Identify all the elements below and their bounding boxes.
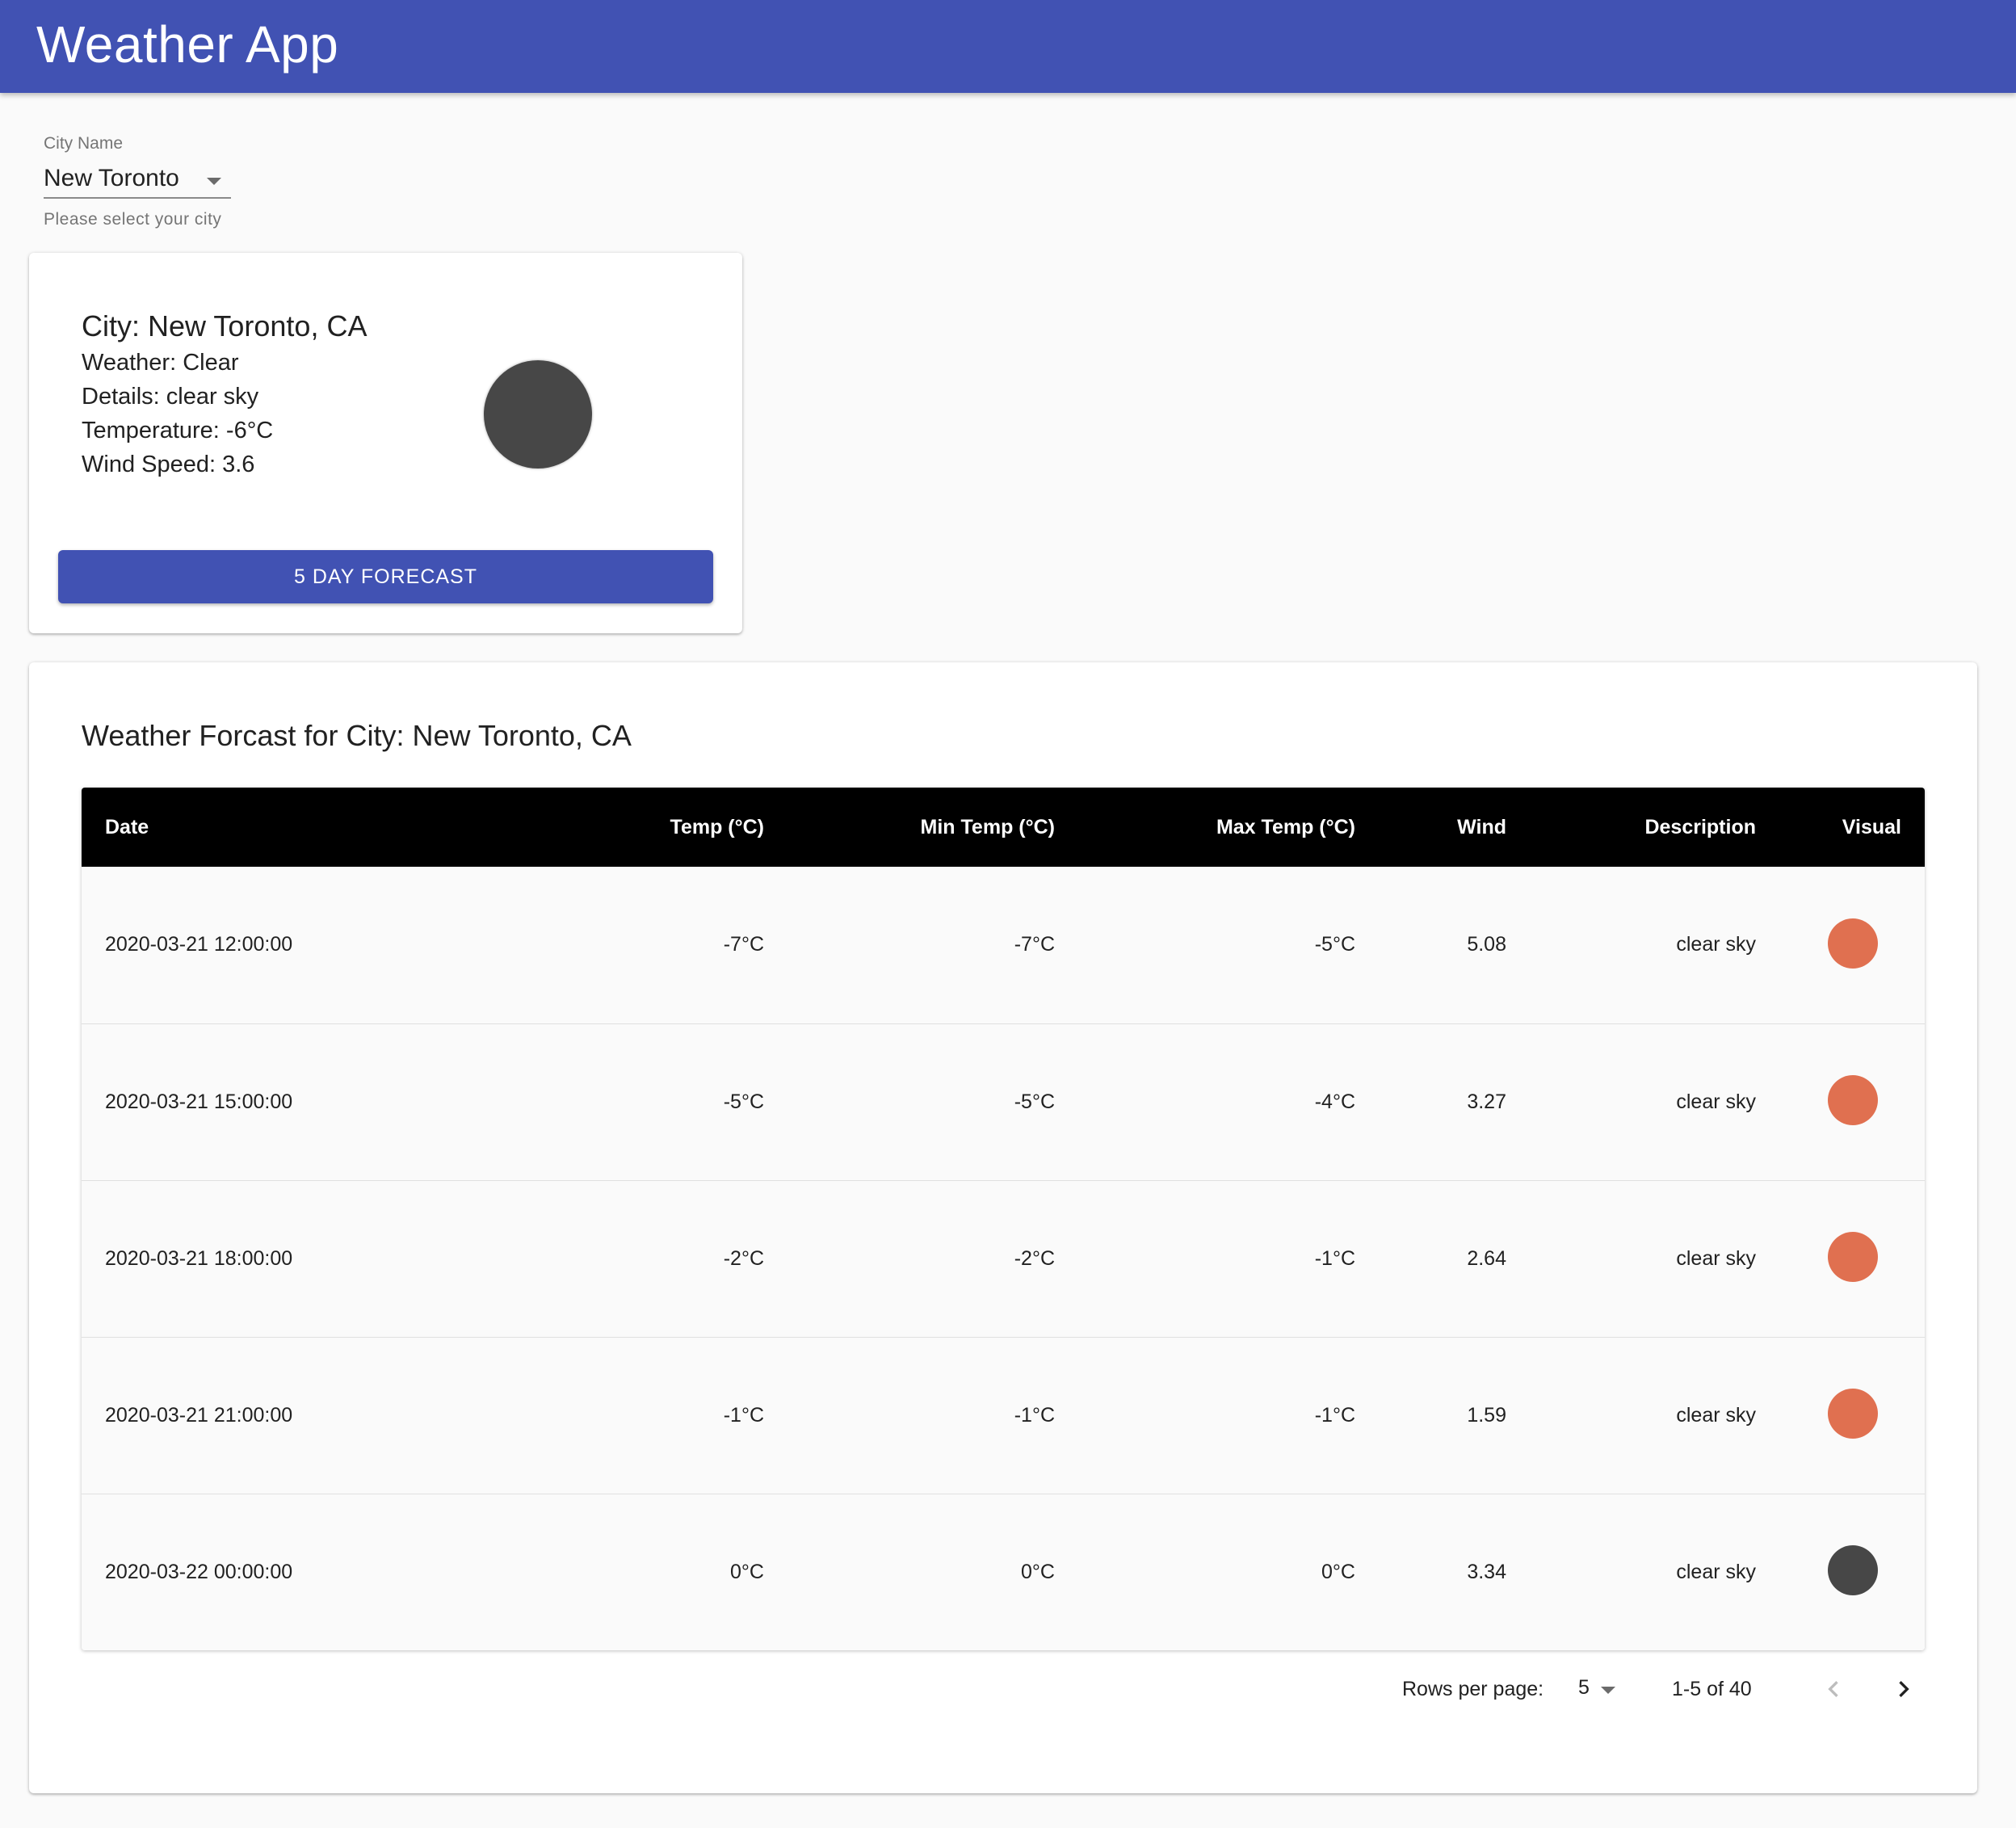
weather-visual-dot [1828, 1389, 1878, 1439]
weather-visual-dot [1828, 1545, 1878, 1596]
cell-temp: -2°C [723, 1246, 764, 1270]
column-header-max-temp[interactable]: Max Temp (°C) [1078, 788, 1379, 867]
chevron-left-icon[interactable] [1817, 1673, 1850, 1705]
city-select-label: City Name [44, 134, 124, 153]
table-row: 2020-03-21 15:00:00 -5°C -5°C -4°C 3.27 … [82, 1023, 1925, 1180]
table-pagination: Rows per page: 5 1-5 of 40 [29, 1670, 1977, 1710]
cell-wind: 1.59 [1467, 1403, 1506, 1427]
app-bar: Weather App [0, 0, 2016, 93]
cell-min-temp: -1°C [1014, 1403, 1055, 1427]
cell-temp: -5°C [723, 1090, 764, 1113]
cell-wind: 5.08 [1467, 933, 1506, 956]
app-title: Weather App [36, 15, 339, 74]
dropdown-arrow-icon[interactable] [1601, 1687, 1615, 1694]
page-range: 1-5 of 40 [1672, 1678, 1752, 1700]
cell-max-temp: -4°C [1314, 1090, 1355, 1113]
weather-visual-dot [1828, 1232, 1878, 1282]
city-select[interactable]: New Toronto [44, 165, 231, 199]
chevron-right-icon[interactable] [1888, 1673, 1920, 1705]
column-header-wind[interactable]: Wind [1379, 788, 1530, 867]
current-city-title: City: New Toronto, CA [82, 309, 368, 342]
cell-date: 2020-03-21 15:00:00 [105, 1090, 293, 1113]
cell-wind: 2.64 [1467, 1246, 1506, 1270]
column-header-date[interactable]: Date [82, 788, 420, 867]
column-header-min-temp[interactable]: Min Temp (°C) [788, 788, 1078, 867]
forecast-title: Weather Forcast for City: New Toronto, C… [82, 719, 632, 752]
current-wind-speed: Wind Speed: 3.6 [82, 452, 255, 477]
column-header-visual[interactable]: Visual [1779, 788, 1925, 867]
cell-max-temp: -1°C [1314, 1403, 1355, 1427]
table-row: 2020-03-21 21:00:00 -1°C -1°C -1°C 1.59 … [82, 1337, 1925, 1494]
cell-description: clear sky [1676, 1560, 1756, 1583]
current-weather-card: City: New Toronto, CA Weather: Clear Det… [29, 253, 742, 633]
cell-description: clear sky [1676, 933, 1756, 956]
rows-per-page-label: Rows per page: [1402, 1678, 1544, 1700]
cell-min-temp: -5°C [1014, 1090, 1055, 1113]
cell-wind: 3.27 [1467, 1090, 1506, 1113]
table-row: 2020-03-21 18:00:00 -2°C -2°C -1°C 2.64 … [82, 1180, 1925, 1337]
cell-visual [1779, 1180, 1925, 1337]
current-weather: Weather: Clear [82, 350, 239, 376]
weather-visual-dot [1828, 1075, 1878, 1125]
cell-temp: 0°C [730, 1560, 764, 1583]
cell-description: clear sky [1676, 1246, 1756, 1270]
table-row: 2020-03-22 00:00:00 0°C 0°C 0°C 3.34 cle… [82, 1494, 1925, 1650]
city-select-field: City Name New Toronto Please select your… [44, 134, 231, 229]
city-select-value: New Toronto [44, 165, 179, 191]
cell-date: 2020-03-22 00:00:00 [105, 1560, 293, 1583]
column-header-temp[interactable]: Temp (°C) [420, 788, 788, 867]
table-row: 2020-03-21 12:00:00 -7°C -7°C -5°C 5.08 … [82, 867, 1925, 1023]
cell-date: 2020-03-21 18:00:00 [105, 1246, 293, 1270]
cell-visual [1779, 867, 1925, 1023]
cell-temp: -7°C [723, 933, 764, 956]
cell-wind: 3.34 [1467, 1560, 1506, 1583]
cell-date: 2020-03-21 12:00:00 [105, 933, 293, 956]
forecast-table: Date Temp (°C) Min Temp (°C) Max Temp (°… [82, 788, 1925, 1650]
five-day-forecast-button[interactable]: 5 DAY FORECAST [58, 550, 713, 603]
cell-min-temp: -2°C [1014, 1246, 1055, 1270]
cell-description: clear sky [1676, 1090, 1756, 1113]
forecast-card: Weather Forcast for City: New Toronto, C… [29, 662, 1977, 1793]
cell-min-temp: -7°C [1014, 933, 1055, 956]
table-header-row: Date Temp (°C) Min Temp (°C) Max Temp (°… [82, 788, 1925, 867]
dropdown-arrow-icon [207, 178, 221, 185]
cell-min-temp: 0°C [1021, 1560, 1055, 1583]
city-select-helper: Please select your city [44, 210, 222, 229]
cell-max-temp: 0°C [1321, 1560, 1355, 1583]
rows-per-page-select[interactable]: 5 [1578, 1676, 1590, 1700]
cell-visual [1779, 1494, 1925, 1650]
cell-visual [1779, 1337, 1925, 1494]
cell-temp: -1°C [723, 1403, 764, 1427]
cell-visual [1779, 1023, 1925, 1180]
current-weather-visual [484, 360, 592, 469]
cell-date: 2020-03-21 21:00:00 [105, 1403, 293, 1427]
current-details: Details: clear sky [82, 384, 259, 410]
cell-description: clear sky [1676, 1403, 1756, 1427]
column-header-description[interactable]: Description [1530, 788, 1779, 867]
current-temperature: Temperature: -6°C [82, 418, 274, 443]
cell-max-temp: -1°C [1314, 1246, 1355, 1270]
weather-visual-dot [1828, 918, 1878, 969]
cell-max-temp: -5°C [1314, 933, 1355, 956]
